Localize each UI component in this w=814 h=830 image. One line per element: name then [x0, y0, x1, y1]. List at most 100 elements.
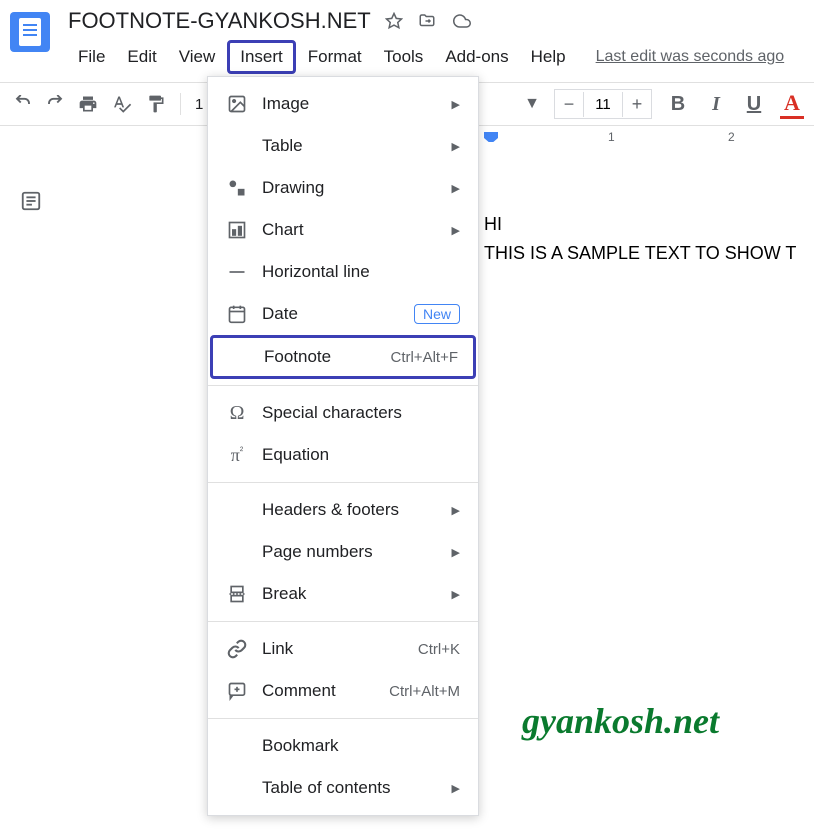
star-icon[interactable] [385, 12, 403, 30]
dropdown-item-headers-footers[interactable]: Headers & footers ▶ [208, 489, 478, 531]
drawing-icon [226, 177, 248, 199]
none-icon [226, 735, 248, 757]
hline-icon [226, 261, 248, 283]
dropdown-item-link[interactable]: LinkCtrl+K [208, 628, 478, 670]
dropdown-item-label: Image [262, 94, 444, 114]
dropdown-item-label: Table [262, 136, 444, 156]
dropdown-item-label: Bookmark [262, 736, 460, 756]
font-size-control: − 11 + [554, 89, 652, 119]
font-size-decrease[interactable]: − [555, 90, 583, 118]
zoom-value[interactable]: 1 [195, 96, 203, 113]
pi-icon: π² [226, 444, 248, 466]
dropdown-item-equation[interactable]: π² Equation [208, 434, 478, 476]
none-icon [226, 541, 248, 563]
dropdown-item-special-characters[interactable]: Ω Special characters [208, 392, 478, 434]
menu-help[interactable]: Help [521, 43, 576, 71]
image-icon [226, 93, 248, 115]
menu-divider [208, 718, 478, 719]
doc-title[interactable]: FOOTNOTE-GYANKOSH.NET [68, 8, 371, 34]
menu-edit[interactable]: Edit [117, 43, 166, 71]
redo-icon[interactable] [46, 95, 64, 113]
chevron-right-icon: ▶ [452, 546, 460, 559]
menu-divider [208, 385, 478, 386]
dropdown-item-label: Page numbers [262, 542, 444, 562]
ruler-mark: 1 [608, 130, 615, 144]
undo-icon[interactable] [14, 95, 32, 113]
spellcheck-icon[interactable] [112, 94, 132, 114]
chevron-right-icon: ▶ [452, 98, 460, 111]
styles-dropdown-arrow[interactable]: ▼ [524, 95, 540, 113]
none-icon [228, 346, 250, 368]
dropdown-item-label: Drawing [262, 178, 444, 198]
menu-divider [208, 482, 478, 483]
break-icon [226, 583, 248, 605]
menu-format[interactable]: Format [298, 43, 372, 71]
dropdown-item-label: Break [262, 584, 444, 604]
insert-dropdown: Image▶Table▶Drawing▶Chart▶Horizontal lin… [207, 76, 479, 816]
italic-button[interactable]: I [704, 93, 728, 116]
dropdown-item-label: Chart [262, 220, 444, 240]
dropdown-item-label: Comment [262, 681, 389, 701]
bold-button[interactable]: B [666, 93, 690, 116]
link-icon [226, 638, 248, 660]
font-size-increase[interactable]: + [623, 90, 651, 118]
doc-line: THIS IS A SAMPLE TEXT TO SHOW T [484, 239, 814, 268]
dropdown-item-drawing[interactable]: Drawing ▶ [208, 167, 478, 209]
underline-button[interactable]: U [742, 93, 766, 116]
dropdown-item-date[interactable]: Date New [208, 293, 478, 335]
keyboard-shortcut: Ctrl+K [418, 641, 460, 658]
dropdown-item-label: Horizontal line [262, 262, 460, 282]
omega-icon: Ω [226, 402, 248, 424]
print-icon[interactable] [78, 94, 98, 114]
move-icon[interactable] [417, 12, 437, 30]
dropdown-item-table-of-contents[interactable]: Table of contents ▶ [208, 767, 478, 809]
keyboard-shortcut: Ctrl+Alt+F [390, 349, 458, 366]
menu-view[interactable]: View [169, 43, 226, 71]
dropdown-item-label: Link [262, 639, 418, 659]
chevron-right-icon: ▶ [452, 182, 460, 195]
font-size-value[interactable]: 11 [583, 92, 623, 117]
docs-logo[interactable] [10, 12, 50, 52]
new-badge: New [414, 304, 460, 324]
menu-bar: File Edit View Insert Format Tools Add-o… [68, 40, 804, 74]
chevron-right-icon: ▶ [452, 504, 460, 517]
chevron-right-icon: ▶ [452, 140, 460, 153]
dropdown-item-label: Table of contents [262, 778, 444, 798]
dropdown-item-page-numbers[interactable]: Page numbers ▶ [208, 531, 478, 573]
dropdown-item-label: Date [262, 304, 406, 324]
comment-icon [226, 680, 248, 702]
cloud-icon[interactable] [451, 12, 473, 30]
dropdown-item-table[interactable]: Table ▶ [208, 125, 478, 167]
chevron-right-icon: ▶ [452, 588, 460, 601]
paint-format-icon[interactable] [146, 94, 166, 114]
menu-file[interactable]: File [68, 43, 115, 71]
outline-icon[interactable] [20, 190, 60, 212]
dropdown-item-bookmark[interactable]: Bookmark [208, 725, 478, 767]
dropdown-item-chart[interactable]: Chart▶ [208, 209, 478, 251]
dropdown-item-label: Special characters [262, 403, 460, 423]
dropdown-item-label: Headers & footers [262, 500, 444, 520]
chevron-right-icon: ▶ [452, 782, 460, 795]
none-icon [226, 499, 248, 521]
dropdown-item-label: Equation [262, 445, 460, 465]
dropdown-item-footnote[interactable]: FootnoteCtrl+Alt+F [210, 335, 476, 379]
dropdown-item-image[interactable]: Image ▶ [208, 83, 478, 125]
text-color-button[interactable]: A [780, 90, 804, 119]
dropdown-item-label: Footnote [264, 347, 390, 367]
ruler-mark: 2 [728, 130, 735, 144]
menu-divider [208, 621, 478, 622]
menu-insert[interactable]: Insert [227, 40, 296, 74]
keyboard-shortcut: Ctrl+Alt+M [389, 683, 460, 700]
menu-addons[interactable]: Add-ons [435, 43, 518, 71]
last-edit-link[interactable]: Last edit was seconds ago [596, 48, 785, 66]
menu-tools[interactable]: Tools [374, 43, 434, 71]
dropdown-item-comment[interactable]: CommentCtrl+Alt+M [208, 670, 478, 712]
none-icon [226, 777, 248, 799]
doc-line: HI [484, 210, 814, 239]
chart-icon [226, 219, 248, 241]
date-icon [226, 303, 248, 325]
dropdown-item-horizontal-line[interactable]: Horizontal line [208, 251, 478, 293]
watermark: gyankosh.net [522, 700, 719, 742]
dropdown-item-break[interactable]: Break ▶ [208, 573, 478, 615]
table-icon [226, 135, 248, 157]
